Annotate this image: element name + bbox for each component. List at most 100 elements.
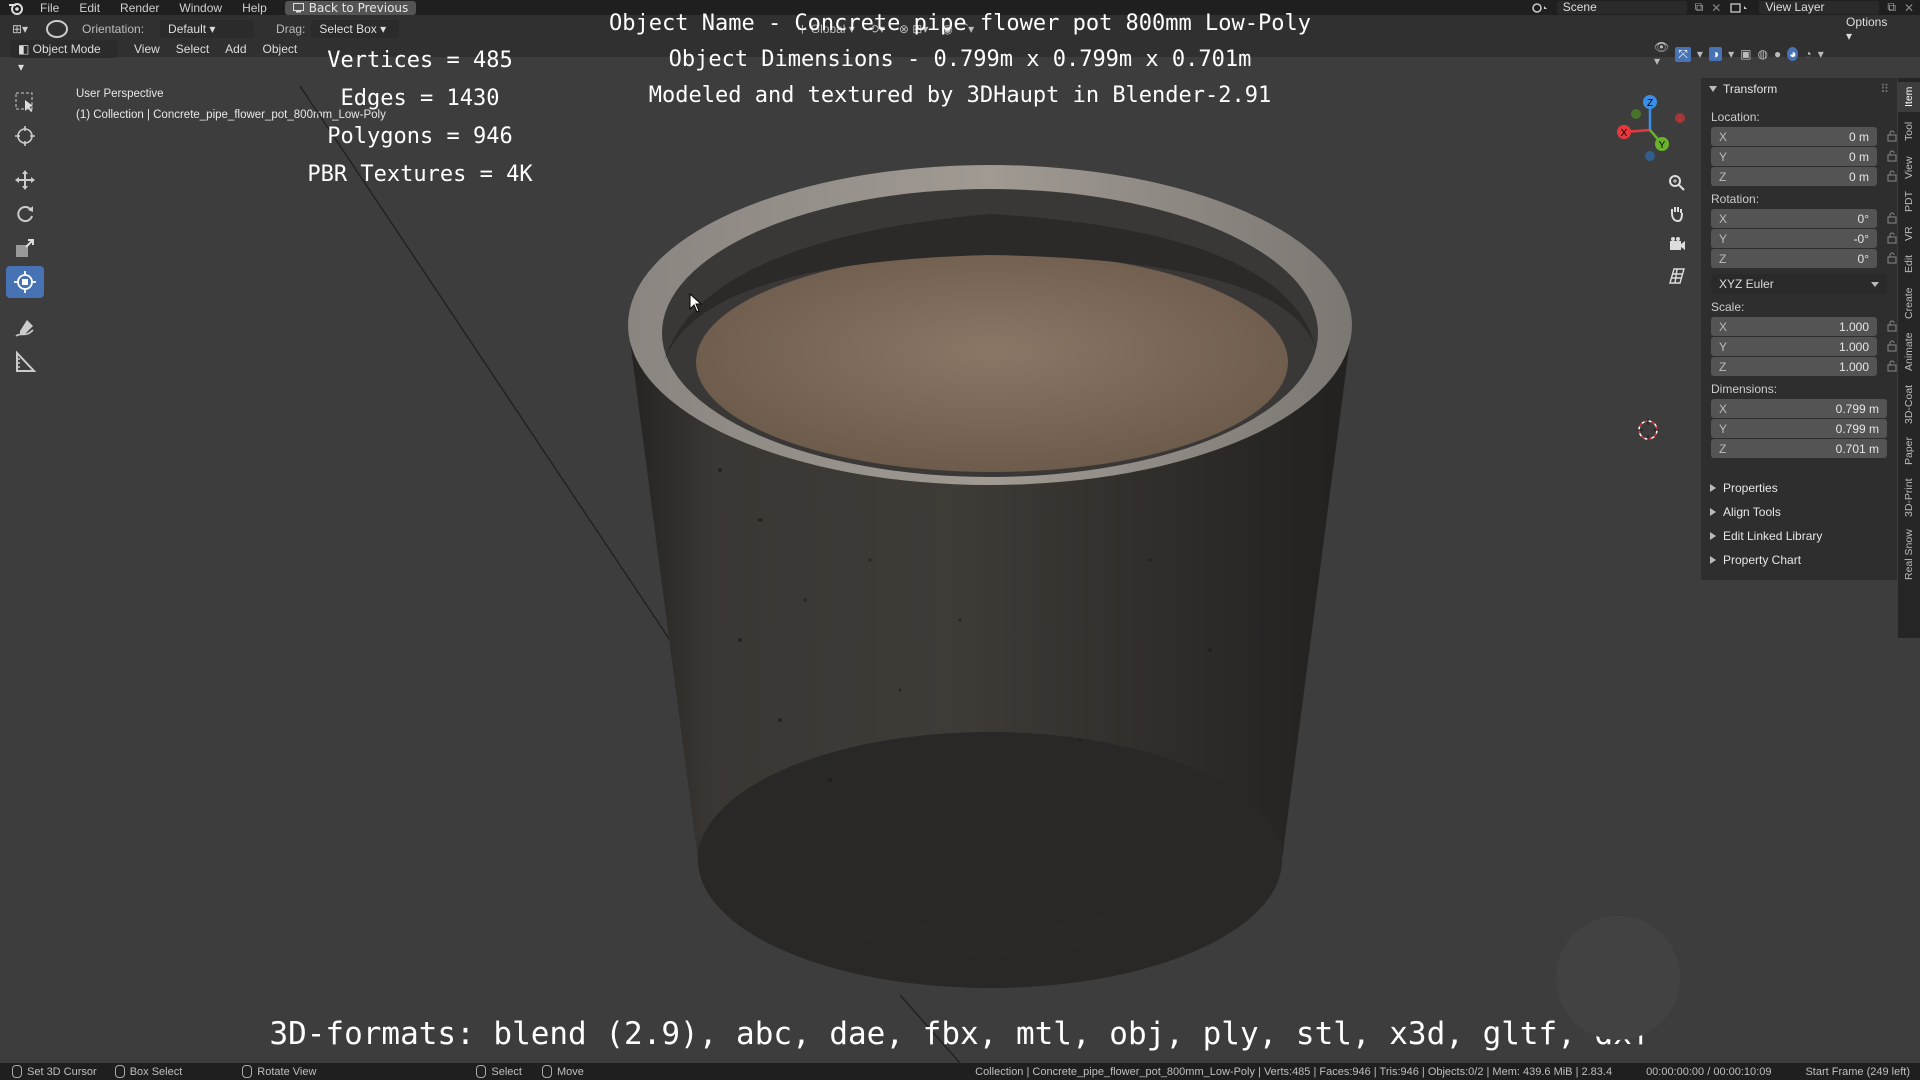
tab-create[interactable]: Create <box>1898 282 1920 324</box>
tab-item[interactable]: Item <box>1898 82 1920 112</box>
tab-3d-coat[interactable]: 3D-Coat <box>1898 380 1920 428</box>
location-y-field[interactable]: Y 0 m <box>1711 147 1897 166</box>
dimensions-z-value: 0.701 m <box>1835 441 1879 456</box>
edit-linked-library-panel-header[interactable]: Edit Linked Library <box>1701 524 1897 548</box>
vertices-text: Vertices = 485 <box>327 48 513 73</box>
rotation-x-value: 0° <box>1857 211 1869 226</box>
status-select-label: Select <box>491 1065 522 1078</box>
ortho-toggle-button[interactable] <box>1662 261 1692 291</box>
scale-z-field[interactable]: Z 1.000 <box>1711 357 1897 376</box>
lock-icon[interactable] <box>1887 150 1897 162</box>
mesh-stats-overlay: Vertices = 485 Edges = 1430 Polygons = 9… <box>300 42 540 194</box>
rotation-mode-value: XYZ Euler <box>1719 277 1774 291</box>
rotation-z-value: 0° <box>1857 251 1869 266</box>
scale-x-value: 1.000 <box>1838 319 1869 334</box>
rotation-z-field[interactable]: Z 0° <box>1711 249 1897 268</box>
location-y-value: 0 m <box>1848 149 1869 164</box>
lock-icon[interactable] <box>1887 212 1897 224</box>
gizmo-y-label: Y <box>1659 140 1666 151</box>
navigation-gizmo[interactable]: X Y Z <box>1610 86 1690 166</box>
status-box-select-label: Box Select <box>129 1065 183 1078</box>
dimensions-label: Dimensions: <box>1711 382 1778 396</box>
pan-button[interactable] <box>1662 198 1692 228</box>
scale-x-axis: X <box>1719 319 1728 334</box>
lock-icon[interactable] <box>1887 320 1897 332</box>
lock-icon[interactable] <box>1887 252 1897 264</box>
tab-animate[interactable]: Animate <box>1898 328 1920 376</box>
scale-x-field[interactable]: X 1.000 <box>1711 317 1897 336</box>
rotation-y-value: -0° <box>1853 231 1869 246</box>
scale-z-value: 1.000 <box>1838 359 1869 374</box>
align-tools-panel-header[interactable]: Align Tools <box>1701 500 1897 524</box>
location-x-value: 0 m <box>1848 129 1869 144</box>
mouse-middle-icon <box>242 1065 253 1078</box>
hand-icon <box>1671 207 1683 222</box>
property-chart-panel-header[interactable]: Property Chart <box>1701 548 1897 572</box>
dimensions-y-field[interactable]: Y 0.799 m <box>1711 419 1887 438</box>
scale-y-field[interactable]: Y 1.000 <box>1711 337 1897 356</box>
sidebar-subpanels: Properties Align Tools Edit Linked Libra… <box>1701 476 1897 580</box>
tab-real-snow[interactable]: Real Snow <box>1898 526 1920 584</box>
status-select: Select <box>476 1065 522 1078</box>
dimensions-x-value: 0.799 m <box>1835 401 1879 416</box>
sidebar-tabs: Item Tool View PDT VR Edit Create Animat… <box>1898 78 1920 638</box>
lock-icon[interactable] <box>1887 170 1897 182</box>
mouse-right-drag-icon <box>541 1065 552 1078</box>
status-rotate-view: Rotate View <box>242 1065 316 1078</box>
mouse-drag-icon <box>114 1065 125 1078</box>
blender-window: File Edit Render Window Help Back to Pre… <box>0 0 1920 1080</box>
properties-panel-header[interactable]: Properties <box>1701 476 1897 500</box>
tab-vr[interactable]: VR <box>1898 222 1920 246</box>
tab-3d-print[interactable]: 3D-Print <box>1898 474 1920 522</box>
status-rotate-view-label: Rotate View <box>257 1065 317 1078</box>
drag-handle-icon[interactable]: ⠿ <box>1880 78 1889 100</box>
scene-statistics: Collection | Concrete_pipe_flower_pot_80… <box>975 1065 1613 1078</box>
rotation-y-field[interactable]: Y -0° <box>1711 229 1897 248</box>
object-info-overlay: Object Name - Concrete pipe flower pot 8… <box>560 6 1360 114</box>
frame-info: Start Frame (249 left) <box>1805 1065 1910 1078</box>
dimensions-z-field[interactable]: Z 0.701 m <box>1711 439 1887 458</box>
rotation-x-axis: X <box>1719 211 1728 226</box>
lock-icon[interactable] <box>1887 340 1897 352</box>
dimensions-y-value: 0.799 m <box>1835 421 1879 436</box>
rotation-label: Rotation: <box>1711 192 1760 206</box>
sidebar-item-panel: Transform ⠿ Location: X 0 m Y 0 m Z 0 m Rota… <box>1701 78 1897 476</box>
transform-section-header[interactable]: Transform ⠿ <box>1701 78 1897 100</box>
location-x-field[interactable]: X 0 m <box>1711 127 1897 146</box>
dimensions-x-field[interactable]: X 0.799 m <box>1711 399 1887 418</box>
lock-icon[interactable] <box>1887 232 1897 244</box>
scale-y-value: 1.000 <box>1838 339 1869 354</box>
lock-icon[interactable] <box>1887 360 1897 372</box>
edges-text: Edges = 1430 <box>340 86 500 111</box>
location-y-axis: Y <box>1719 149 1728 164</box>
lock-icon[interactable] <box>1887 130 1897 142</box>
tab-view[interactable]: View <box>1898 152 1920 184</box>
location-label: Location: <box>1711 110 1760 124</box>
camera-icon <box>1670 237 1685 250</box>
dimensions-x-axis: X <box>1719 401 1728 416</box>
scale-y-axis: Y <box>1719 339 1728 354</box>
transform-title: Transform <box>1723 82 1778 96</box>
polygons-text: Polygons = 946 <box>327 124 513 149</box>
pot-soil <box>696 252 1288 472</box>
status-move: Move <box>541 1065 584 1078</box>
status-right: Collection | Concrete_pipe_flower_pot_80… <box>975 1063 1910 1080</box>
status-bar: Set 3D Cursor Box Select Rotate View Sel… <box>0 1063 1920 1080</box>
gizmo-z-label: Z <box>1647 98 1653 109</box>
zoom-button[interactable] <box>1662 168 1692 198</box>
tab-paper[interactable]: Paper <box>1898 432 1920 470</box>
tab-pdt[interactable]: PDT <box>1898 188 1920 216</box>
tab-tool[interactable]: Tool <box>1898 116 1920 146</box>
playback-time: 00:00:00:00 / 00:00:10:09 <box>1646 1065 1772 1078</box>
rotation-z-axis: Z <box>1719 251 1727 266</box>
location-z-field[interactable]: Z 0 m <box>1711 167 1897 186</box>
dimensions-y-axis: Y <box>1719 421 1728 436</box>
scale-z-axis: Z <box>1719 359 1727 374</box>
rotation-x-field[interactable]: X 0° <box>1711 209 1897 228</box>
grid-icon <box>1669 268 1685 284</box>
tab-edit[interactable]: Edit <box>1898 250 1920 278</box>
camera-view-button[interactable] <box>1662 229 1692 259</box>
rotation-mode-dropdown[interactable]: XYZ Euler <box>1711 274 1887 294</box>
rotation-y-axis: Y <box>1719 231 1728 246</box>
textures-text: PBR Textures = 4K <box>307 162 533 187</box>
